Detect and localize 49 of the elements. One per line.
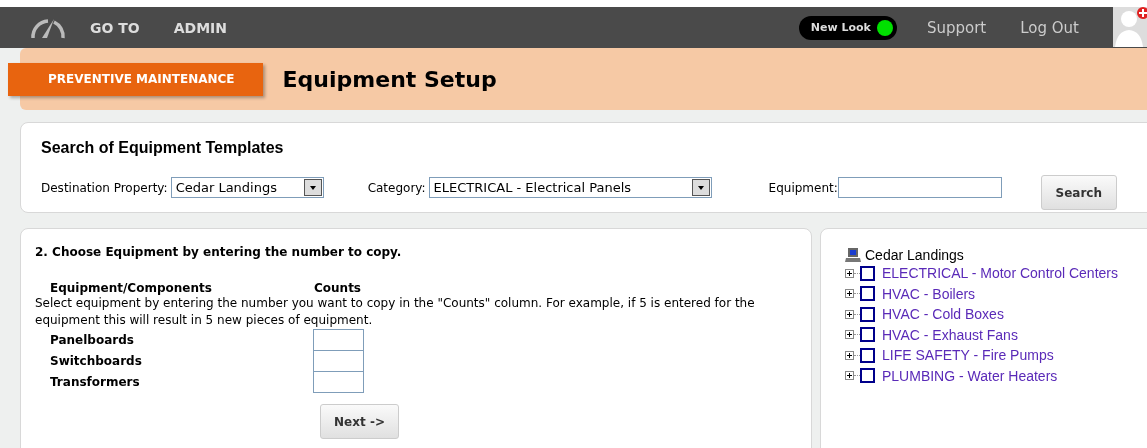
avatar-icon[interactable] [1113,7,1147,47]
equipment-name: Transformers [49,374,141,389]
tree-item-link[interactable]: ELECTRICAL - Motor Control Centers [882,265,1118,282]
tree-item-link[interactable]: HVAC - Boilers [882,285,976,302]
field-label: Destination Property: [41,180,168,195]
field-label: Equipment: [768,180,838,195]
section-title: 2. Choose Equipment by entering the number to copy. [35,245,403,259]
tree-checkbox[interactable] [860,306,875,322]
tree-checkbox[interactable] [860,265,875,281]
expand-icon[interactable] [845,309,854,319]
equipment-name: Switchboards [49,353,143,368]
expand-icon[interactable] [845,330,854,340]
column-header: Counts [314,281,361,295]
column-header: Equipment/Components [49,281,213,295]
category-dropdown[interactable]: ELECTRICAL - Electrical Panels [428,177,712,198]
equipment-field[interactable] [837,177,1002,198]
field-label: Category: [367,180,426,195]
tree-item-link[interactable]: HVAC - Exhaust Fans [882,326,1018,343]
search-button[interactable]: Search [1040,175,1117,210]
computer-icon [845,247,861,263]
tree-checkbox[interactable] [860,286,875,302]
page-title: Equipment Setup [282,66,497,92]
tree-item-link[interactable]: LIFE SAFETY - Fire Pumps [882,347,1054,364]
next-button[interactable]: Next -> [320,404,399,439]
new-look-toggle[interactable]: New Look [798,15,897,40]
count-field[interactable] [313,349,364,372]
nav-menu-item[interactable]: ADMIN [173,19,228,36]
instructions-text: Select equipment by entering the number you want to copy in the "Counts" column. For example, if 5 is entered for the equipment this will result in 5 new pieces of equipment. [35,295,756,329]
top-link[interactable]: Log Out [1020,18,1079,37]
tree-item-link[interactable]: PLUMBING - Water Heaters [882,367,1058,384]
tree-checkbox[interactable] [860,327,875,343]
caret-icon [691,179,710,196]
expand-icon[interactable] [845,289,854,299]
expand-icon[interactable] [845,350,854,360]
module-tag: PREVENTIVE MAINTENANCE [8,62,263,96]
count-field[interactable] [313,328,364,351]
section-title: Search of Equipment Templates [41,139,285,157]
nav-menu-item[interactable]: GO TO [90,19,140,36]
expand-icon[interactable] [845,371,854,381]
top-link[interactable]: Support [926,18,987,37]
tree-item-link[interactable]: HVAC - Cold Boxes [882,306,1004,323]
count-field[interactable] [313,370,364,393]
expand-icon[interactable] [845,268,854,278]
caret-icon [303,179,322,196]
property-dropdown[interactable]: Cedar Landings [170,177,324,198]
equipment-name: Panelboards [49,332,135,347]
tree-root[interactable]: Cedar Landings [865,247,964,263]
tree-checkbox[interactable] [860,368,875,384]
tree-checkbox[interactable] [860,347,875,363]
